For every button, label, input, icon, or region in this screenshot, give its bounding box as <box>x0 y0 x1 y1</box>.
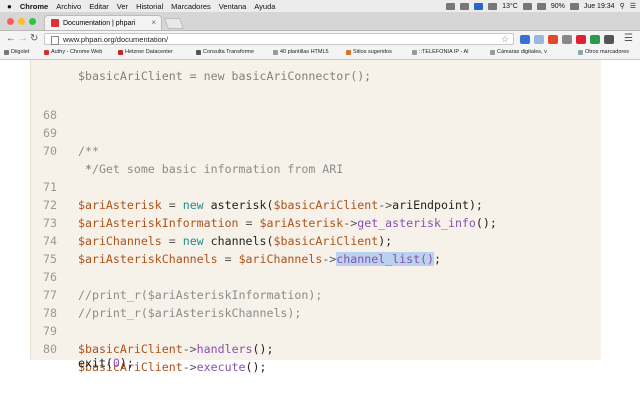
code-line-exit: exit(0); <box>78 356 134 370</box>
volume-icon[interactable] <box>536 2 546 10</box>
menu-ayuda[interactable]: Ayuda <box>254 2 275 11</box>
extension-icon[interactable] <box>562 35 572 44</box>
code-line-79: 79 $basicAriClient->handlers(); <box>43 324 274 356</box>
bookmark-star-icon[interactable]: ☆ <box>501 34 509 45</box>
close-window-button[interactable] <box>7 18 14 25</box>
wifi-icon[interactable] <box>522 2 532 10</box>
code-line-71: 71 $ariAsterisk = new asterisk($basicAri… <box>43 180 483 212</box>
adblock-icon[interactable] <box>576 35 586 44</box>
clock[interactable]: Jue 19:34 <box>584 3 615 10</box>
menu-editar[interactable]: Editar <box>89 2 109 11</box>
new-tab-button[interactable] <box>163 18 185 29</box>
browser-toolbar: ← → ↻ www.phpari.org/documentation/ ☆ ☰ <box>0 31 640 48</box>
macos-menu-bar: ● Chrome Archivo Editar Ver Historial Ma… <box>0 0 640 12</box>
code-line-70: 70 * Get some basic information from ARI <box>43 144 344 176</box>
code-line-72: 72 $ariAsteriskInformation = $ariAsteris… <box>43 198 497 230</box>
extension-icon[interactable] <box>590 35 600 44</box>
page-content: $basicAriClient = new basicAriConnector(… <box>0 60 640 374</box>
url-text[interactable]: www.phpari.org/documentation/ <box>63 35 168 44</box>
code-line-73: 73 $ariChannels = new channels($basicAri… <box>43 216 393 248</box>
extension-icon[interactable] <box>534 35 544 44</box>
battery-icon[interactable] <box>569 2 579 10</box>
menu-marcadores[interactable]: Marcadores <box>171 2 211 11</box>
code-line-78: 78 <box>43 306 57 320</box>
reload-icon[interactable]: ↻ <box>30 33 38 45</box>
menu-ver[interactable]: Ver <box>117 2 128 11</box>
favicon-icon <box>51 19 59 27</box>
menu-archivo[interactable]: Archivo <box>56 2 81 11</box>
code-line-76: 76 //print_r($ariAsteriskInformation); <box>43 270 323 302</box>
menu-ventana[interactable]: Ventana <box>219 2 247 11</box>
back-arrow-icon[interactable]: ← <box>6 33 16 45</box>
extension-icon[interactable] <box>604 35 614 44</box>
code-line-70-cont: */ <box>78 162 99 176</box>
apple-menu-icon[interactable]: ● <box>7 2 12 11</box>
page-icon <box>51 36 59 45</box>
bookmark-icon <box>4 49 9 55</box>
zoom-window-button[interactable] <box>29 18 36 25</box>
weather-temperature[interactable]: 13°C <box>502 3 518 10</box>
code-line-75: 75 <box>43 252 57 266</box>
minimize-window-button[interactable] <box>18 18 25 25</box>
close-tab-icon[interactable]: × <box>151 18 156 27</box>
bookmark-item[interactable]: Diigolet <box>4 49 29 55</box>
code-line-77: 77 //print_r($ariAsteriskChannels); <box>43 288 302 320</box>
search-icon[interactable]: ⚲ <box>620 2 625 10</box>
code-line-74: 74 $ariAsteriskChannels = $ariChannels->… <box>43 234 442 266</box>
address-bar[interactable]: www.phpari.org/documentation/ ☆ <box>44 33 514 45</box>
tab-strip: Documentation | phpari × <box>0 12 640 31</box>
battery-percentage[interactable]: 90% <box>551 3 565 10</box>
extension-icon[interactable] <box>548 35 558 44</box>
code-line-68: 68 <box>43 108 57 122</box>
chrome-menu-icon[interactable]: ☰ <box>624 33 633 45</box>
status-icon[interactable] <box>474 2 484 10</box>
status-area: 13°C 90% Jue 19:34 ⚲ ☰ <box>446 0 636 12</box>
status-icon[interactable] <box>446 2 456 10</box>
menu-historial[interactable]: Historial <box>136 2 163 11</box>
code-line-69: 69 /** <box>43 126 99 158</box>
code-block: $basicAriClient = new basicAriConnector(… <box>30 60 601 374</box>
forward-arrow-icon[interactable]: → <box>18 33 28 45</box>
code-line-partial: $basicAriClient = new basicAriConnector(… <box>78 69 372 83</box>
tab-documentation[interactable]: Documentation | phpari × <box>44 15 162 30</box>
tab-title: Documentation | phpari <box>63 19 136 27</box>
status-icon[interactable] <box>488 2 498 10</box>
menu-chrome[interactable]: Chrome <box>20 2 48 11</box>
status-icon[interactable] <box>460 2 470 10</box>
menu-list-icon[interactable]: ☰ <box>630 2 636 10</box>
extension-icon[interactable] <box>520 35 530 44</box>
